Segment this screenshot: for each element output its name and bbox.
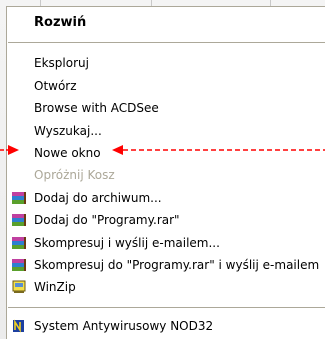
- context-menu: Rozwiń Eksploruj Otwórz Browse with ACDS…: [6, 6, 325, 339]
- menu-item-browse-acdsee[interactable]: Browse with ACDSee: [7, 98, 325, 118]
- winrar-books-icon: [12, 192, 26, 204]
- menu-item-label: Eksploruj: [34, 56, 89, 70]
- annotation-arrow-icon: [0, 145, 19, 155]
- menu-item-add-to-archive[interactable]: Dodaj do archiwum...: [7, 188, 325, 208]
- winrar-books-icon: [12, 214, 26, 226]
- menu-item-label: WinZip: [34, 280, 76, 294]
- winrar-books-icon: [12, 237, 26, 249]
- menu-item-label: Otwórz: [34, 79, 77, 93]
- menu-item-compress-to-programy-rar-and-email[interactable]: Skompresuj do "Programy.rar" i wyślij e-…: [7, 255, 325, 275]
- menu-item-nod32[interactable]: System Antywirusowy NOD32: [7, 316, 325, 336]
- winzip-icon: [12, 280, 26, 293]
- menu-item-label: Skompresuj i wyślij e-mailem...: [34, 236, 220, 250]
- menu-item-compress-and-email[interactable]: Skompresuj i wyślij e-mailem...: [7, 233, 325, 253]
- menu-item-label: Rozwiń: [34, 15, 87, 30]
- menu-item-empty-recycle-bin: Opróżnij Kosz: [7, 165, 325, 185]
- menu-item-label: Nowe okno: [34, 146, 101, 160]
- menu-separator: [8, 307, 325, 308]
- menu-item-explore[interactable]: Eksploruj: [7, 53, 325, 73]
- menu-item-label: Wyszukaj...: [34, 124, 102, 138]
- menu-item-label: Dodaj do archiwum...: [34, 191, 162, 205]
- menu-item-expand[interactable]: Rozwiń: [7, 13, 325, 33]
- menu-item-label: Opróżnij Kosz: [34, 168, 115, 182]
- menu-item-winzip[interactable]: WinZip: [7, 277, 325, 297]
- nod32-icon: [13, 319, 24, 333]
- menu-separator: [8, 42, 325, 43]
- menu-item-label: Dodaj do "Programy.rar": [34, 213, 180, 227]
- menu-item-open[interactable]: Otwórz: [7, 76, 325, 96]
- annotation-arrow-icon: [112, 145, 325, 155]
- menu-item-add-to-programy-rar[interactable]: Dodaj do "Programy.rar": [7, 210, 325, 230]
- menu-item-search[interactable]: Wyszukaj...: [7, 121, 325, 141]
- winrar-books-icon: [12, 259, 26, 271]
- menu-item-label: Browse with ACDSee: [34, 101, 159, 115]
- menu-item-label: System Antywirusowy NOD32: [34, 319, 214, 333]
- menu-item-label: Skompresuj do "Programy.rar" i wyślij e-…: [34, 258, 320, 272]
